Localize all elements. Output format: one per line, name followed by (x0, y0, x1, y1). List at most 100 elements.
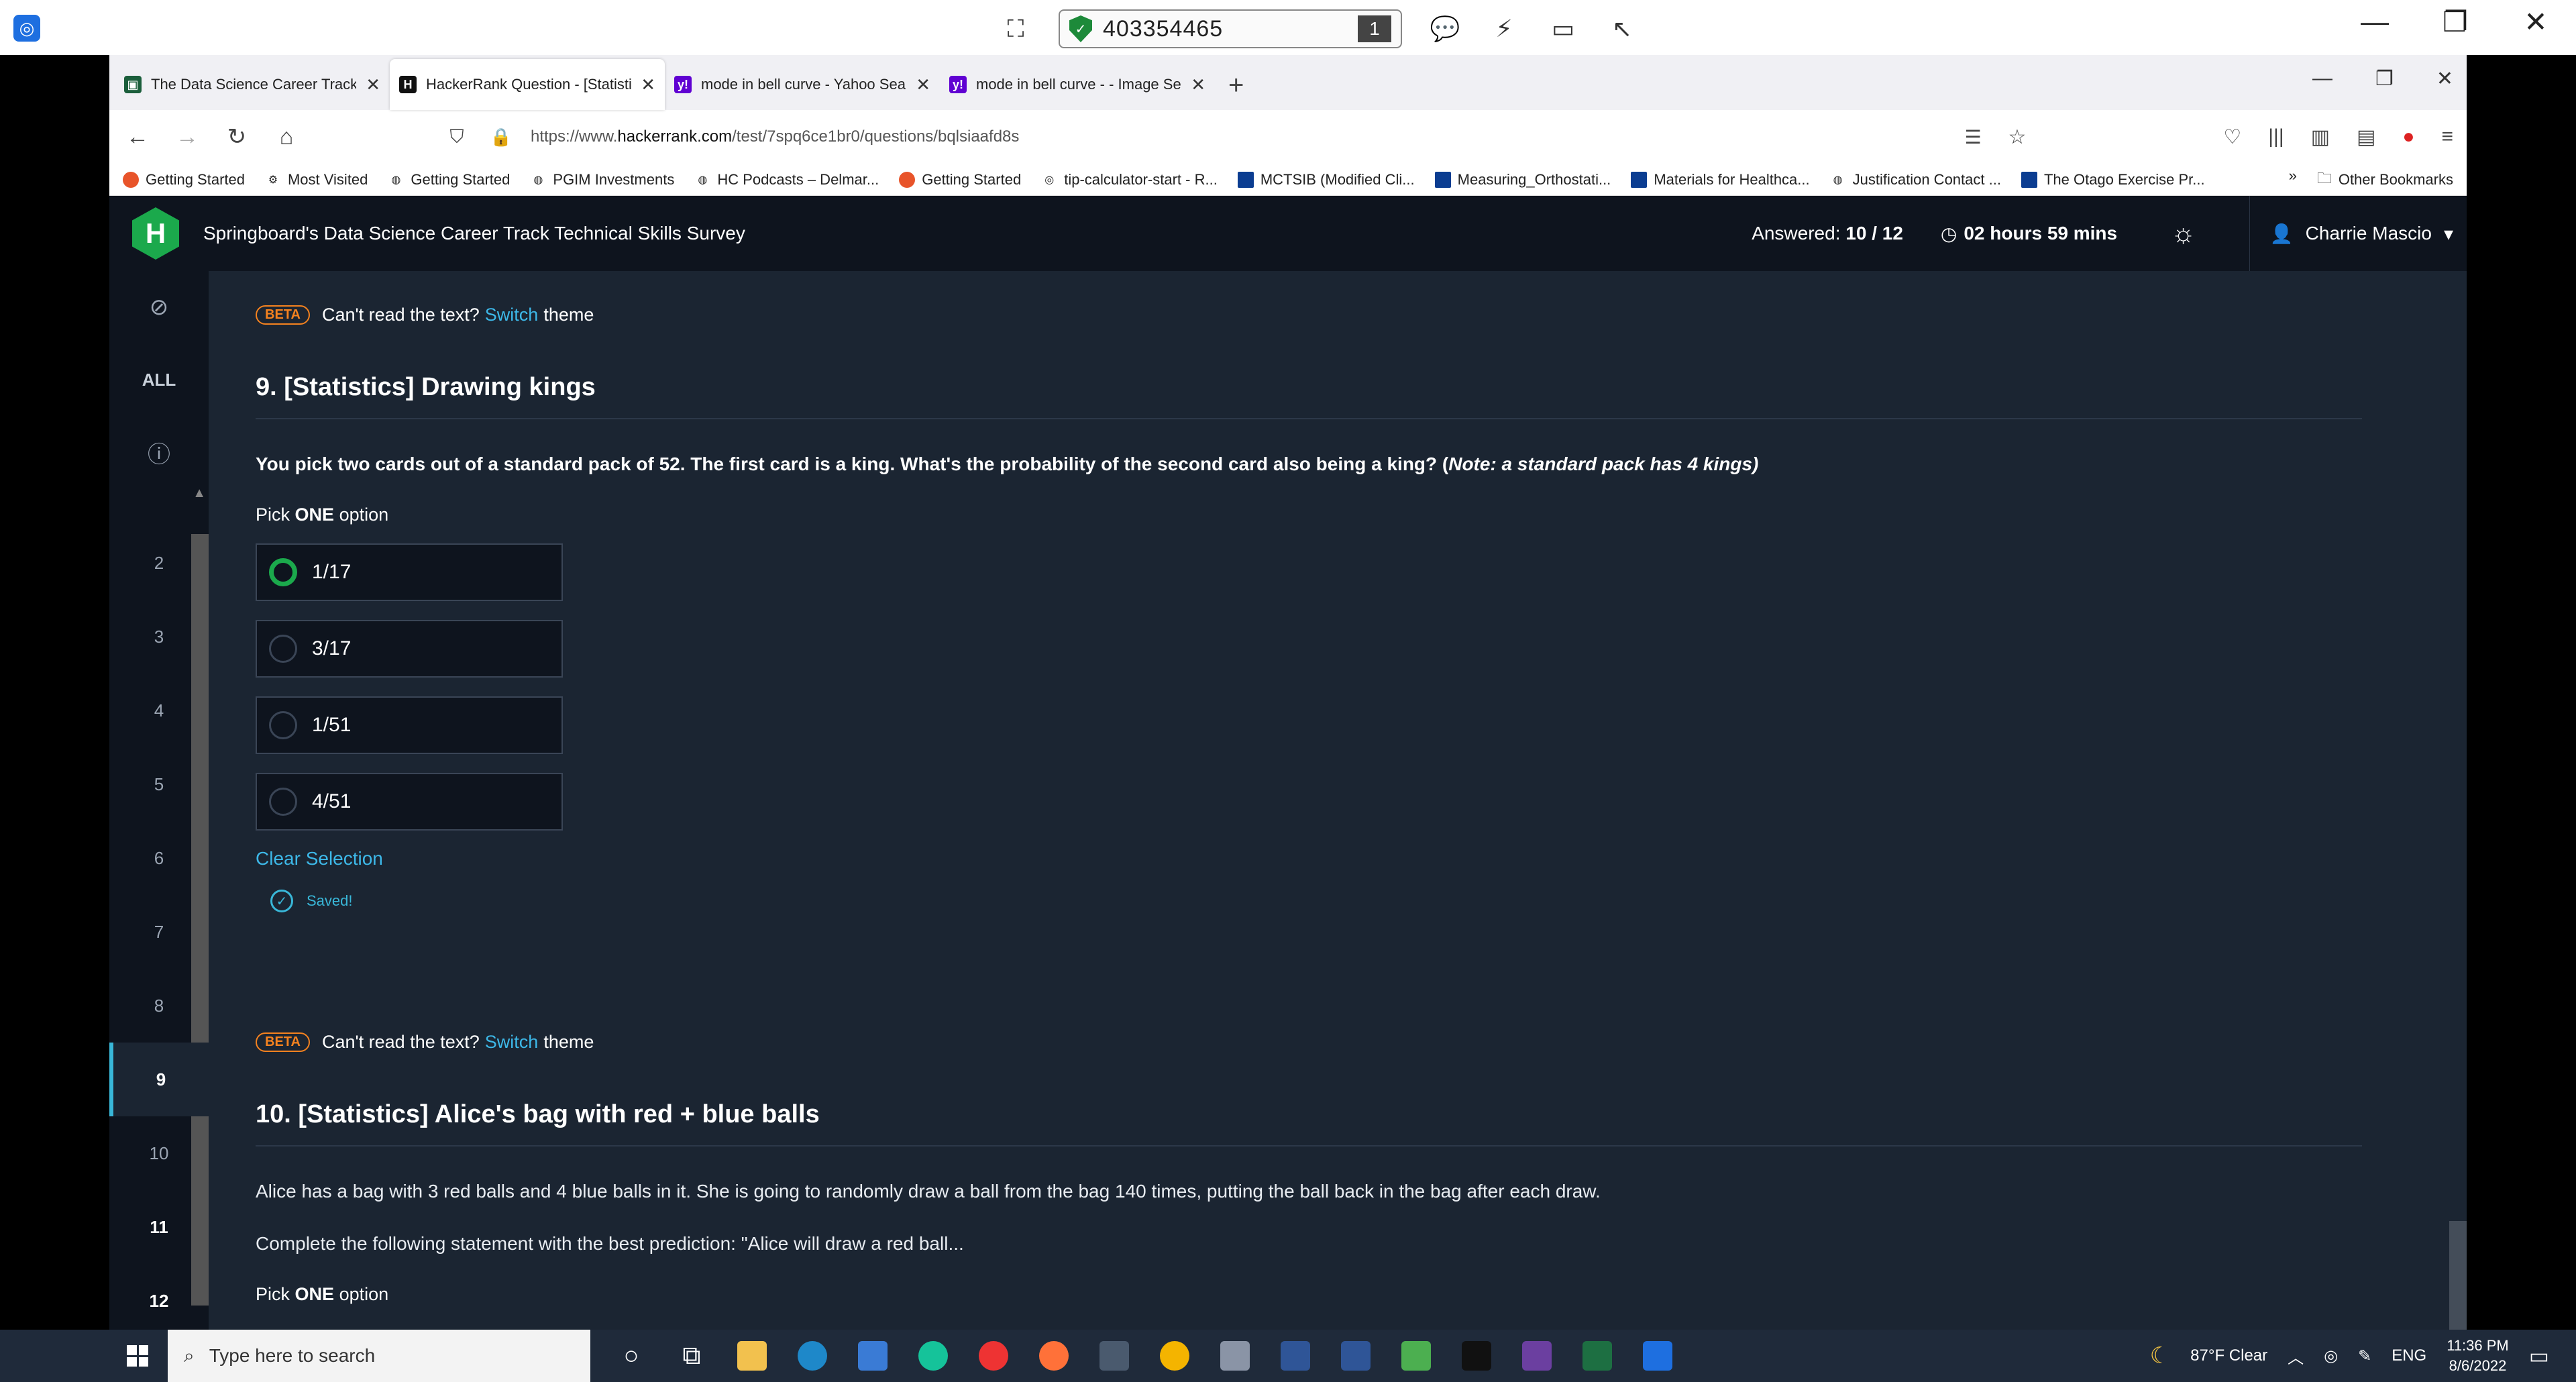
addon-icon[interactable]: ● (2402, 125, 2414, 149)
close-icon[interactable]: ✕ (2436, 67, 2453, 91)
chrome-icon[interactable] (1152, 1334, 1197, 1378)
question-nav-item[interactable]: 7 (109, 895, 209, 969)
file-explorer-icon[interactable] (730, 1334, 774, 1378)
intellij-icon[interactable] (1515, 1334, 1559, 1378)
radio-unchecked[interactable] (269, 711, 297, 739)
question-nav-item-current[interactable]: 9 (109, 1043, 209, 1116)
other-bookmarks[interactable]: 🗀 Other Bookmarks (2317, 167, 2453, 193)
terminal-icon[interactable] (1454, 1334, 1499, 1378)
home-icon[interactable]: ⌂ (272, 124, 301, 150)
switch-theme-link[interactable]: Switch (485, 305, 539, 325)
task-view-icon[interactable]: ⧉ (669, 1334, 714, 1378)
question-nav-item[interactable]: 5 (109, 747, 209, 821)
bookmark-item[interactable]: The Otago Exercise Pr... (2021, 171, 2205, 189)
tab-hackerrank[interactable]: H HackerRank Question - [Statisti ✕ (390, 59, 665, 110)
excel-icon[interactable] (1575, 1334, 1619, 1378)
scrollbar-thumb[interactable] (2449, 1221, 2467, 1346)
bookmark-item[interactable]: MCTSIB (Modified Cli... (1237, 171, 1415, 189)
question-nav-item[interactable]: 8 (109, 969, 209, 1043)
grammarly-icon[interactable] (911, 1334, 955, 1378)
tab-close-icon[interactable]: ✕ (366, 74, 380, 95)
library-icon[interactable]: ||| (2268, 125, 2284, 149)
taskbar-search[interactable]: ⌕ Type here to search (168, 1330, 590, 1382)
firefox-icon[interactable] (1032, 1334, 1076, 1378)
language-indicator[interactable]: ENG (2392, 1346, 2426, 1365)
radio-unchecked[interactable] (269, 635, 297, 663)
question-nav-item[interactable]: 4 (109, 674, 209, 747)
chevron-up-icon[interactable]: ︿ (2288, 1344, 2304, 1368)
edge-icon[interactable] (790, 1334, 835, 1378)
tab-close-icon[interactable]: ✕ (916, 74, 930, 95)
snipping-tool-icon[interactable] (1273, 1334, 1318, 1378)
answer-option[interactable]: 3/17 (256, 620, 563, 678)
info-icon[interactable]: ⓘ (109, 416, 209, 488)
sun-icon[interactable]: ☼ (2171, 219, 2196, 249)
store-icon[interactable] (851, 1334, 895, 1378)
back-icon[interactable]: ← (123, 124, 152, 150)
network-icon[interactable]: ◎ (2324, 1346, 2338, 1366)
extension-icon[interactable]: ▤ (2357, 125, 2375, 149)
session-id-box[interactable]: ✓ 403354465 1 (1059, 9, 1402, 48)
lock-icon[interactable]: 🔒 (486, 127, 516, 148)
monitor-icon[interactable]: ▭ (1547, 15, 1579, 43)
bookmark-item[interactable]: Getting Started (899, 171, 1021, 189)
tab-yahoo-search[interactable]: y! mode in bell curve - Yahoo Sea ✕ (665, 59, 940, 110)
reader-mode-icon[interactable]: ☰ (1958, 126, 1988, 148)
app-logo-icon[interactable]: ◎ (13, 15, 40, 42)
url-text[interactable]: https://www.hackerrank.com/test/7spq6ce1… (531, 127, 1943, 146)
bookmark-item[interactable]: ◎ tip-calculator-start - R... (1041, 171, 1218, 189)
tab-image-search[interactable]: y! mode in bell curve - - Image Se ✕ (940, 59, 1215, 110)
radio-unchecked[interactable] (269, 788, 297, 816)
chevron-double-right-icon[interactable]: » (2289, 167, 2297, 193)
compass-icon[interactable]: ⊘ (109, 271, 209, 343)
forward-icon[interactable]: → (172, 124, 202, 150)
url-bar[interactable]: ⛉ 🔒 https://www.hackerrank.com/test/7spq… (429, 118, 2045, 156)
menu-icon[interactable]: ≡ (2441, 125, 2453, 149)
answer-option[interactable]: 1/17 (256, 543, 563, 601)
question-nav-item[interactable]: 10 (109, 1116, 209, 1190)
user-menu[interactable]: 👤 Charrie Mascio ▾ (2249, 196, 2467, 271)
minimize-icon[interactable]: — (2312, 67, 2332, 91)
bookmark-item[interactable]: ◍ PGIM Investments (530, 171, 674, 189)
minimize-icon[interactable]: — (2355, 5, 2395, 38)
camera-icon[interactable] (1213, 1334, 1257, 1378)
bookmark-item[interactable]: Getting Started (123, 171, 245, 189)
weather-text[interactable]: 87°F Clear (2190, 1346, 2267, 1365)
start-button[interactable] (107, 1330, 168, 1382)
pen-icon[interactable]: ✎ (2358, 1346, 2371, 1366)
sidebar-all[interactable]: ALL (109, 343, 209, 416)
bookmark-item[interactable]: Materials for Healthca... (1631, 171, 1810, 189)
minecraft-icon[interactable] (1394, 1334, 1438, 1378)
reload-icon[interactable]: ↻ (222, 123, 252, 150)
bookmark-item[interactable]: ◍ Justification Contact ... (1830, 171, 2001, 189)
bookmark-star-icon[interactable]: ☆ (2002, 125, 2032, 149)
question-nav-item[interactable]: 12 (109, 1264, 209, 1338)
answer-option[interactable]: 4/51 (256, 773, 563, 831)
tab-data-science[interactable]: ▣ The Data Science Career Track T ✕ (115, 59, 390, 110)
bookmark-item[interactable]: ⚙ Most Visited (265, 171, 368, 189)
calculator-icon[interactable] (1092, 1334, 1136, 1378)
switch-theme-link[interactable]: Switch (485, 1032, 539, 1053)
fullscreen-icon[interactable]: ⛶ (1000, 15, 1032, 44)
clear-selection-link[interactable]: Clear Selection (256, 848, 383, 869)
tracking-shield-icon[interactable]: ⛉ (442, 126, 472, 148)
remote-desktop-app-icon[interactable] (1635, 1334, 1680, 1378)
question-nav-item[interactable]: 3 (109, 600, 209, 674)
pocket-icon[interactable]: ♡ (2223, 125, 2241, 149)
new-tab-button[interactable]: + (1228, 70, 1244, 101)
page-scrollbar[interactable] (2449, 271, 2467, 1346)
radio-checked[interactable] (269, 558, 297, 586)
restore-icon[interactable]: ❐ (2375, 67, 2394, 91)
snip-sketch-icon[interactable] (1334, 1334, 1378, 1378)
scroll-up-icon[interactable]: ▲ (193, 486, 206, 501)
chat-icon[interactable]: 💬 (1429, 15, 1461, 43)
bookmark-item[interactable]: ◍ HC Podcasts – Delmar... (694, 171, 879, 189)
bookmark-item[interactable]: Measuring_Orthostati... (1434, 171, 1611, 189)
bookmark-item[interactable]: ◍ Getting Started (388, 171, 510, 189)
question-nav-item[interactable]: 6 (109, 821, 209, 895)
question-nav-item[interactable]: 2 (109, 526, 209, 600)
tab-close-icon[interactable]: ✕ (1191, 74, 1205, 95)
question-nav-item[interactable]: 11 (109, 1190, 209, 1264)
chrome-canary-icon[interactable] (971, 1334, 1016, 1378)
cortana-icon[interactable]: ○ (609, 1334, 653, 1378)
